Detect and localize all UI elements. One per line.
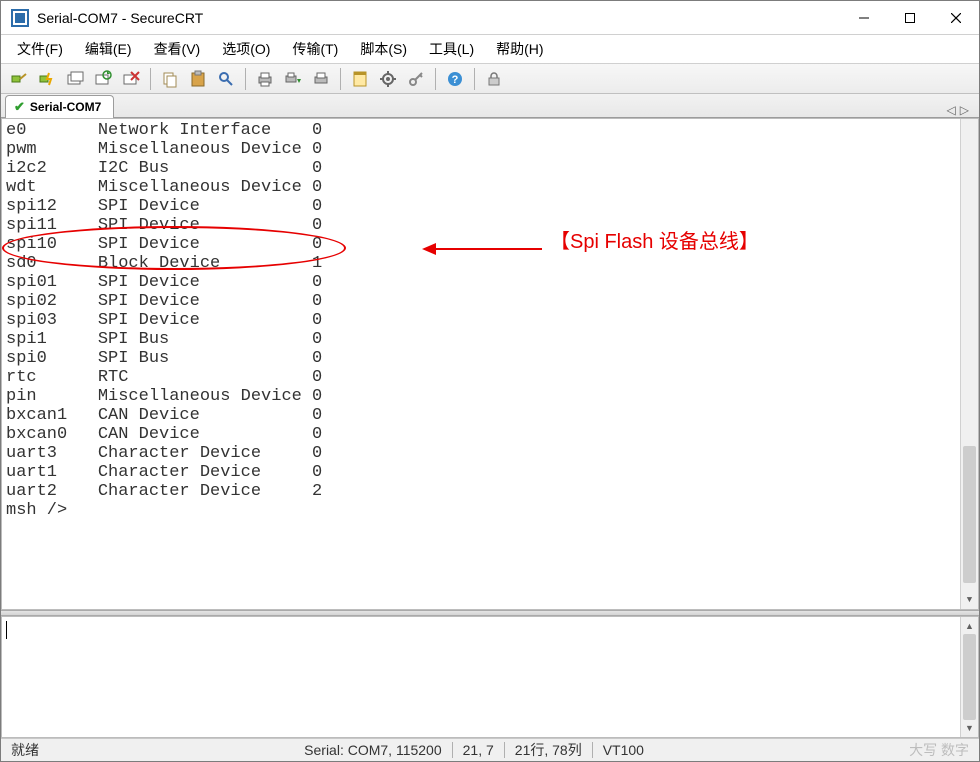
status-cursor: 21, 7: [453, 739, 504, 761]
input-scrollbar[interactable]: ▲ ▼: [960, 617, 978, 736]
paste-icon[interactable]: [185, 66, 211, 92]
session-tab-icon[interactable]: [62, 66, 88, 92]
connect-icon[interactable]: [6, 66, 32, 92]
menu-file[interactable]: 文件(F): [7, 35, 73, 63]
scroll-down-icon[interactable]: ▼: [961, 592, 978, 609]
toolbar: ?: [1, 64, 979, 94]
status-caps: 大写 数字: [899, 739, 979, 761]
sessions-icon[interactable]: [347, 66, 373, 92]
app-icon: [11, 9, 29, 27]
menubar: 文件(F) 编辑(E) 查看(V) 选项(O) 传输(T) 脚本(S) 工具(L…: [1, 35, 979, 64]
connected-icon: ✔: [14, 99, 25, 115]
minimize-button[interactable]: [841, 1, 887, 34]
find-icon[interactable]: [213, 66, 239, 92]
terminal-row: pin Miscellaneous Device 0: [6, 387, 976, 406]
close-button[interactable]: [933, 1, 979, 34]
status-serial: Serial: COM7, 115200: [294, 739, 451, 761]
terminal-row: rtc RTC 0: [6, 368, 976, 387]
menu-edit[interactable]: 编辑(E): [75, 35, 142, 63]
terminal-row: spi03 SPI Device 0: [6, 311, 976, 330]
terminal-row: uart3 Character Device 0: [6, 444, 976, 463]
menu-scripts[interactable]: 脚本(S): [350, 35, 417, 63]
terminal-row: spi1 SPI Bus 0: [6, 330, 976, 349]
terminal-area: e0 Network Interface 0pwm Miscellaneous …: [1, 118, 979, 738]
status-term: VT100: [593, 739, 654, 761]
terminal-row: spi0 SPI Bus 0: [6, 349, 976, 368]
tab-label: Serial-COM7: [30, 100, 101, 114]
terminal-row: uart2 Character Device 2: [6, 482, 976, 501]
terminal-row: e0 Network Interface 0: [6, 121, 976, 140]
terminal-row: bxcan0 CAN Device 0: [6, 425, 976, 444]
tab-next-icon[interactable]: ▷: [960, 103, 969, 117]
statusbar: 就绪 Serial: COM7, 115200 21, 7 21行, 78列 V…: [1, 738, 979, 761]
input-caret: [6, 621, 7, 639]
terminal-prompt: msh />: [6, 501, 976, 520]
menu-help[interactable]: 帮助(H): [486, 35, 553, 63]
status-size: 21行, 78列: [505, 739, 592, 761]
terminal-row: spi12 SPI Device 0: [6, 197, 976, 216]
print-setup-icon[interactable]: [308, 66, 334, 92]
app-window: Serial-COM7 - SecureCRT 文件(F) 编辑(E) 查看(V…: [0, 0, 980, 762]
tab-serial-com7[interactable]: ✔ Serial-COM7: [5, 95, 114, 118]
status-ready: 就绪: [1, 739, 49, 761]
key-icon[interactable]: [403, 66, 429, 92]
maximize-button[interactable]: [887, 1, 933, 34]
terminal-row: pwm Miscellaneous Device 0: [6, 140, 976, 159]
terminal-row: spi01 SPI Device 0: [6, 273, 976, 292]
options-icon[interactable]: [375, 66, 401, 92]
terminal-row: bxcan1 CAN Device 0: [6, 406, 976, 425]
tab-nav: ◁ ▷: [947, 103, 975, 117]
terminal-row: wdt Miscellaneous Device 0: [6, 178, 976, 197]
scrollbar-vertical[interactable]: ▲ ▼: [960, 119, 978, 609]
terminal-row: spi11 SPI Device 0: [6, 216, 976, 235]
terminal-row: spi02 SPI Device 0: [6, 292, 976, 311]
copy-icon[interactable]: [157, 66, 183, 92]
scroll-down-icon[interactable]: ▼: [961, 720, 978, 737]
terminal-row: sd0 Block Device 1: [6, 254, 976, 273]
terminal-output[interactable]: e0 Network Interface 0pwm Miscellaneous …: [1, 118, 979, 610]
help-icon[interactable]: ?: [442, 66, 468, 92]
print-icon[interactable]: [252, 66, 278, 92]
menu-tools[interactable]: 工具(L): [419, 35, 484, 63]
lock-icon[interactable]: [481, 66, 507, 92]
scroll-up-icon[interactable]: ▲: [961, 617, 978, 634]
tabbar: ✔ Serial-COM7 ◁ ▷: [1, 94, 979, 118]
print-screen-icon[interactable]: [280, 66, 306, 92]
terminal-row: uart1 Character Device 0: [6, 463, 976, 482]
svg-text:?: ?: [452, 74, 459, 86]
command-input[interactable]: ▲ ▼: [1, 616, 979, 737]
menu-options[interactable]: 选项(O): [212, 35, 280, 63]
window-title: Serial-COM7 - SecureCRT: [37, 10, 203, 26]
tab-prev-icon[interactable]: ◁: [947, 103, 956, 117]
terminal-row: spi10 SPI Device 0: [6, 235, 976, 254]
titlebar: Serial-COM7 - SecureCRT: [1, 1, 979, 35]
disconnect-icon[interactable]: [118, 66, 144, 92]
menu-view[interactable]: 查看(V): [144, 35, 211, 63]
menu-transfer[interactable]: 传输(T): [282, 35, 348, 63]
terminal-row: i2c2 I2C Bus 0: [6, 159, 976, 178]
quick-connect-icon[interactable]: [34, 66, 60, 92]
reconnect-icon[interactable]: [90, 66, 116, 92]
